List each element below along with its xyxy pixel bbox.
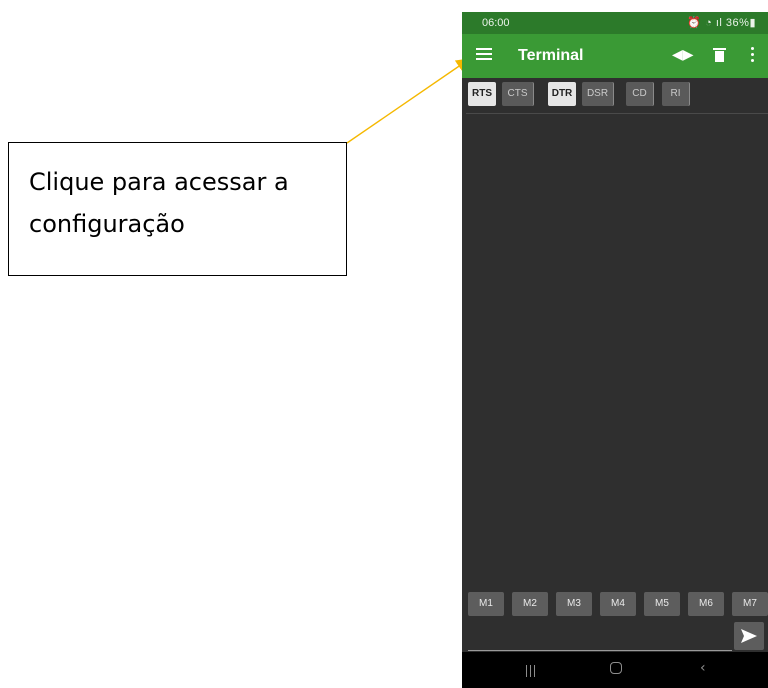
page-title: Terminal [518, 47, 584, 64]
status-system-icons: ⏰ ◔ ıl 36%▮ [687, 16, 756, 29]
callout-text-line1: Clique para acessar a [29, 168, 289, 196]
home-icon[interactable] [610, 662, 622, 674]
alarm-icon: ⏰ [687, 17, 702, 29]
connect-icon[interactable]: ◀▶ [672, 46, 694, 63]
cd-indicator: CD [626, 82, 654, 106]
signal-icon: ıl [715, 17, 723, 29]
menu-icon[interactable] [476, 48, 492, 62]
back-icon[interactable]: ‹ [700, 660, 706, 688]
terminal-output[interactable] [462, 114, 768, 590]
cts-indicator: CTS [502, 82, 534, 106]
wifi-icon: ◔ [705, 17, 713, 29]
more-vert-icon[interactable] [751, 47, 755, 63]
control-lines-bar: RTS CTS DTR DSR CD RI [462, 78, 768, 112]
callout-text-line2: configuração [29, 210, 185, 238]
status-bar: 06:00 ⏰ ◔ ıl 36%▮ [462, 12, 768, 34]
phone-screen: 06:00 ⏰ ◔ ıl 36%▮ Terminal ◀▶ RTS CTS DT… [462, 12, 768, 688]
macro-button-m3[interactable]: M3 [556, 592, 592, 616]
system-nav-bar: ‹ [462, 652, 768, 688]
send-row [462, 620, 768, 652]
callout-box: Clique para acessar a configuração [8, 142, 347, 276]
rts-button[interactable]: RTS [468, 82, 496, 106]
dsr-indicator: DSR [582, 82, 614, 106]
macro-button-m7[interactable]: M7 [732, 592, 768, 616]
macro-button-m1[interactable]: M1 [468, 592, 504, 616]
status-time: 06:00 [482, 17, 510, 29]
battery-level: 36% [725, 17, 750, 29]
send-text-input[interactable] [468, 624, 732, 651]
macro-button-m6[interactable]: M6 [688, 592, 724, 616]
macro-bar: M1 M2 M3 M4 M5 M6 M7 [462, 592, 768, 618]
macro-button-m2[interactable]: M2 [512, 592, 548, 616]
send-icon [741, 629, 757, 643]
macro-button-m5[interactable]: M5 [644, 592, 680, 616]
dtr-button[interactable]: DTR [548, 82, 576, 106]
send-button[interactable] [734, 622, 764, 650]
battery-icon: ▮ [749, 17, 756, 29]
ri-indicator: RI [662, 82, 690, 106]
app-bar: Terminal ◀▶ [462, 34, 768, 78]
trash-icon[interactable] [713, 48, 726, 62]
recent-apps-icon[interactable] [526, 662, 538, 688]
macro-button-m4[interactable]: M4 [600, 592, 636, 616]
